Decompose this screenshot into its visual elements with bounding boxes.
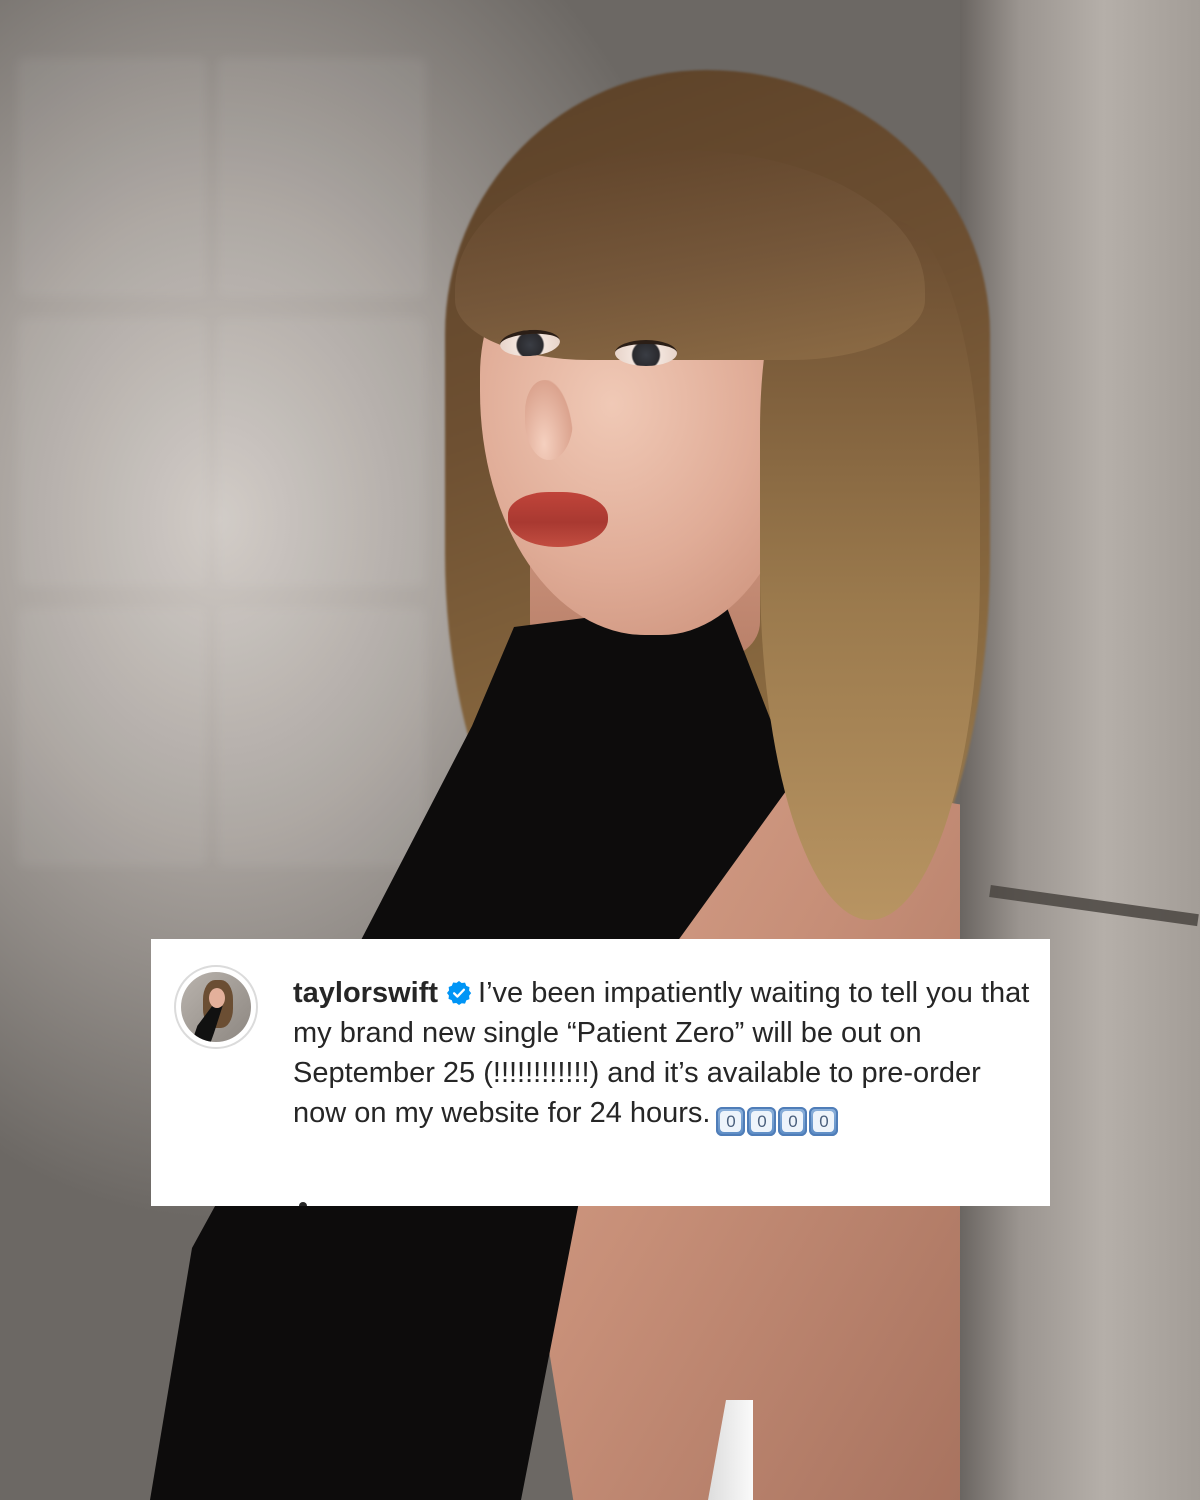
username-link[interactable]: taylorswift [293, 977, 438, 1009]
keycap-emoji-group: 0000 [716, 1107, 839, 1136]
post-image: taylorswift I’ve been impatiently waitin… [0, 0, 1200, 1500]
caption-card: taylorswift I’ve been impatiently waitin… [151, 939, 1050, 1206]
cropped-element [299, 1202, 307, 1206]
keycap-digit: 0 [782, 1111, 804, 1132]
keycap-digit: 0 [751, 1111, 773, 1132]
keycap-zero-icon: 0 [716, 1107, 746, 1136]
keycap-digit: 0 [813, 1111, 835, 1132]
portrait-photo [0, 0, 1200, 1500]
caption-text: taylorswift I’ve been impatiently waitin… [293, 973, 1033, 1136]
nose [525, 380, 573, 460]
keycap-zero-icon: 0 [747, 1107, 777, 1136]
keycap-digit: 0 [720, 1111, 742, 1132]
avatar-face [209, 988, 225, 1008]
eye-right [615, 340, 677, 366]
profile-avatar[interactable] [174, 965, 258, 1049]
verified-badge-icon [447, 980, 472, 1006]
keycap-zero-icon: 0 [778, 1107, 808, 1136]
avatar-image [181, 972, 251, 1042]
keycap-zero-icon: 0 [809, 1107, 839, 1136]
lips [508, 492, 608, 547]
